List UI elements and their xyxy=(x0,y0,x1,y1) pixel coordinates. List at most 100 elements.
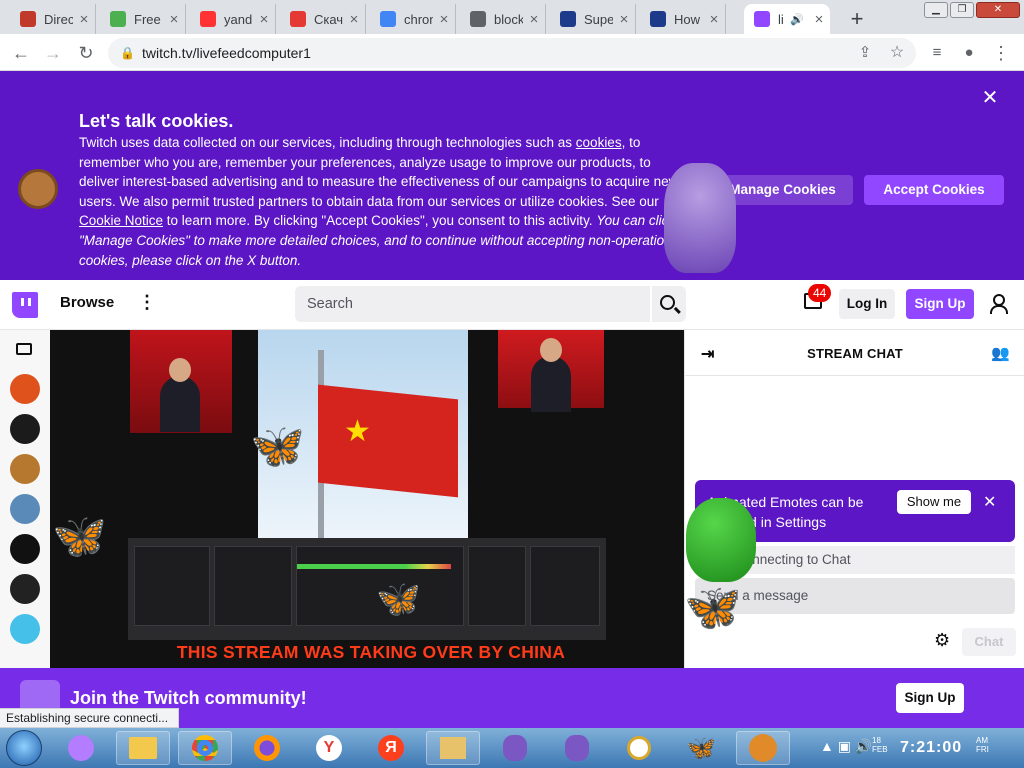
close-cookie-banner-icon[interactable]: ✕ xyxy=(980,85,1000,110)
google-icon xyxy=(380,11,396,27)
taskbar-date: 18 FEB xyxy=(872,736,888,754)
tab-title: li xyxy=(778,11,784,27)
firefox-icon[interactable] xyxy=(240,731,294,765)
search-button[interactable] xyxy=(652,286,686,322)
close-tab-icon[interactable]: × xyxy=(437,11,451,28)
channel-avatar[interactable] xyxy=(10,454,40,484)
minimize-button[interactable]: ▁ xyxy=(924,2,948,18)
user-menu-icon[interactable] xyxy=(990,294,1008,314)
reload-icon[interactable]: ↻ xyxy=(73,40,99,66)
browser-tab[interactable]: yand × xyxy=(190,4,276,34)
tab-title: Скач xyxy=(314,11,343,27)
twitch-logo-icon[interactable] xyxy=(12,292,38,318)
tab-title: Direc xyxy=(44,11,73,27)
start-button[interactable] xyxy=(6,730,42,766)
close-tab-icon[interactable]: × xyxy=(167,11,181,28)
chat-send-button[interactable]: Chat xyxy=(962,628,1016,656)
audio-playing-icon[interactable]: 🔊 xyxy=(790,13,804,26)
browser-tab[interactable]: Supe × xyxy=(550,4,636,34)
camera-icon[interactable] xyxy=(16,343,32,355)
close-tab-icon[interactable]: × xyxy=(257,11,271,28)
browser-tab[interactable]: Скач × xyxy=(280,4,366,34)
more-menu-icon[interactable]: ⋮ xyxy=(138,292,156,313)
bookmark-star-icon[interactable]: ☆ xyxy=(884,40,910,66)
show-me-button[interactable]: Show me xyxy=(897,490,971,514)
browse-link[interactable]: Browse xyxy=(60,294,114,311)
yandex-browser-icon[interactable]: Y xyxy=(302,731,356,765)
channel-avatar[interactable] xyxy=(10,574,40,604)
browser-menu-icon[interactable]: ⋮ xyxy=(988,40,1014,66)
yandex-icon xyxy=(200,11,216,27)
login-button[interactable]: Log In xyxy=(839,289,895,319)
close-tab-icon[interactable]: × xyxy=(707,11,721,28)
wizard-hat-icon xyxy=(560,11,576,27)
search-input[interactable]: Search xyxy=(295,286,650,322)
browser-tab[interactable]: block × xyxy=(460,4,546,34)
bonzi-icon[interactable] xyxy=(488,731,542,765)
chrome-icon[interactable] xyxy=(178,731,232,765)
status-bubble: Establishing secure connecti... xyxy=(0,708,180,728)
channel-avatar[interactable] xyxy=(10,494,40,524)
system-tray[interactable]: ▲ ▣ 🔊 xyxy=(820,738,872,755)
cookie-icon xyxy=(18,169,58,209)
alice-icon[interactable] xyxy=(54,731,108,765)
cookies-link[interactable]: cookies xyxy=(576,135,622,150)
close-tab-icon[interactable]: × xyxy=(77,11,91,28)
accept-cookies-button[interactable]: Accept Cookies xyxy=(864,175,1004,205)
channel-avatar[interactable] xyxy=(10,614,40,644)
browser-tab-strip: Direc×Free×yand×Скач×chron×block×Supe×Ho… xyxy=(0,0,1024,34)
community-text: Join the Twitch community! xyxy=(70,688,307,708)
butterfly-icon: 🦋 xyxy=(684,581,742,633)
browser-tab[interactable]: li 🔊 × xyxy=(744,4,830,34)
forward-arrow-icon[interactable]: → xyxy=(40,40,66,66)
share-icon[interactable]: ⇪ xyxy=(852,40,878,66)
maximize-button[interactable]: ❐ xyxy=(950,2,974,18)
cookie-body: Twitch uses data collected on our servic… xyxy=(79,135,683,268)
window-controls: ▁ ❐ ✕ xyxy=(924,2,1020,18)
obs-window xyxy=(128,538,606,640)
channel-avatar[interactable] xyxy=(10,374,40,404)
url-text: twitch.tv/livefeedcomputer1 xyxy=(142,45,311,61)
cookie-notice-link[interactable]: Cookie Notice xyxy=(79,213,163,228)
stream-caption: THIS STREAM WAS TAKING OVER BY CHINA xyxy=(176,642,566,662)
browser-tab[interactable]: chron× xyxy=(370,4,456,34)
search-icon xyxy=(660,295,675,310)
tab-title: Free xyxy=(134,11,161,27)
channel-avatar[interactable] xyxy=(10,414,40,444)
signup-button[interactable]: Sign Up xyxy=(906,289,974,319)
chat-input[interactable]: Send a message xyxy=(695,578,1015,614)
community-signup-button[interactable]: Sign Up xyxy=(896,683,964,713)
close-tab-icon[interactable]: × xyxy=(347,11,361,28)
media-control-icon[interactable]: ≡ xyxy=(924,40,950,66)
close-window-button[interactable]: ✕ xyxy=(976,2,1020,18)
browser-tab[interactable]: Free × xyxy=(100,4,186,34)
twitch-icon xyxy=(754,11,770,27)
active-app-icon[interactable] xyxy=(736,731,790,765)
new-tab-button[interactable]: + xyxy=(846,6,868,32)
browser-tab[interactable]: Direc × xyxy=(10,4,96,34)
address-bar[interactable]: 🔒 twitch.tv/livefeedcomputer1 xyxy=(108,38,916,68)
butterfly-icon: 🦋 xyxy=(52,512,107,561)
notification-badge: 44 xyxy=(808,284,832,302)
close-emote-notice-icon[interactable]: ✕ xyxy=(983,492,996,512)
app-window-icon[interactable] xyxy=(426,731,480,765)
twitch-top-nav: Browse ⋮ Search Log In Sign Up xyxy=(0,280,1024,330)
chat-settings-gear-icon[interactable]: ⚙ xyxy=(934,630,950,651)
close-tab-icon[interactable]: × xyxy=(812,11,826,28)
profile-icon[interactable]: ● xyxy=(956,40,982,66)
browser-tab[interactable]: How × xyxy=(640,4,726,34)
close-tab-icon[interactable]: × xyxy=(527,11,541,28)
yandex-icon[interactable]: Я xyxy=(364,731,418,765)
close-tab-icon[interactable]: × xyxy=(617,11,631,28)
community-icon[interactable]: 👥 xyxy=(991,344,1010,362)
butterfly-app-icon[interactable]: 🦋 xyxy=(674,731,728,765)
browser-toolbar: ← → ↻ 🔒 twitch.tv/livefeedcomputer1 ⇪ ☆ … xyxy=(0,34,1024,71)
taskbar-clock: 7:21:00 xyxy=(900,739,963,756)
back-arrow-icon[interactable]: ← xyxy=(8,40,34,66)
taskbar-ampm: AM FRI xyxy=(976,736,989,754)
tab-title: chron xyxy=(404,11,433,27)
alarm-clock-icon[interactable] xyxy=(612,731,666,765)
file-explorer-icon[interactable] xyxy=(116,731,170,765)
bonzi-icon[interactable] xyxy=(550,731,604,765)
channel-avatar[interactable] xyxy=(10,534,40,564)
